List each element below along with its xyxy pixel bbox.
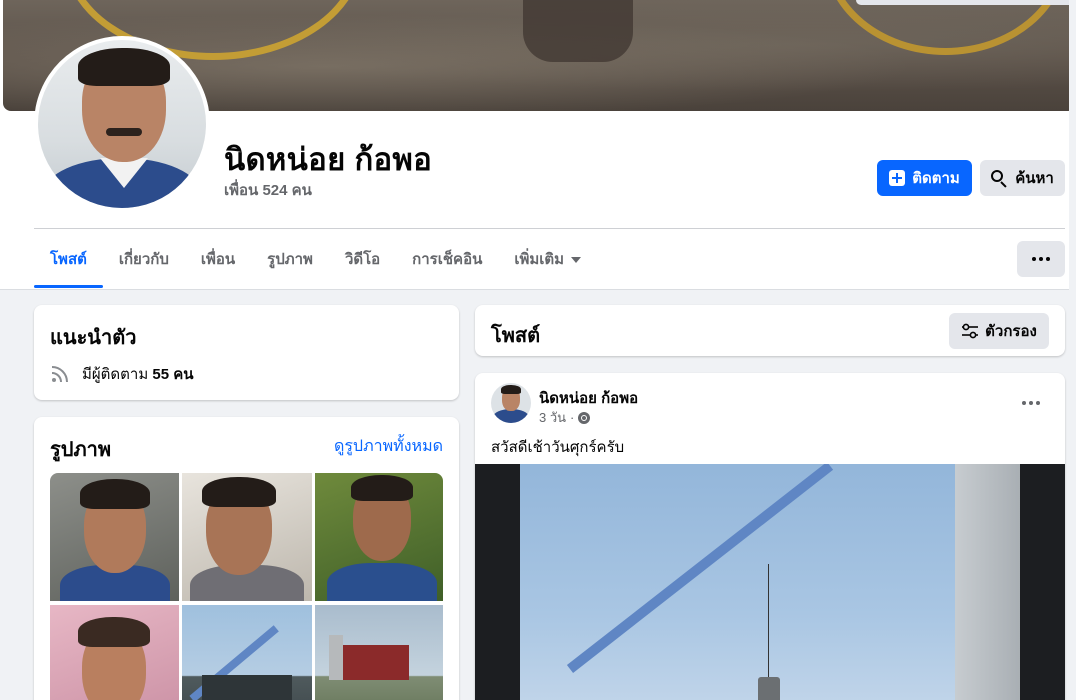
tab-checkins[interactable]: การเช็คอิน	[396, 230, 498, 288]
tab-label: การเช็คอิน	[412, 251, 483, 268]
posts-title: โพสต์	[491, 325, 541, 347]
tab-friends[interactable]: เพื่อน	[185, 230, 251, 288]
more-dots-icon	[1039, 257, 1043, 261]
post-image-sky	[520, 464, 1020, 700]
rss-feed-icon	[51, 366, 68, 383]
post-options-button[interactable]	[1013, 391, 1049, 415]
post-card: นิดหน่อย ก้อพอ 3 วัน · สวัสดีเช้าวันศุกร…	[475, 373, 1065, 700]
tab-label: โพสต์	[50, 251, 87, 268]
avatar-mustache	[106, 128, 142, 136]
photo-thumbnail[interactable]	[315, 473, 443, 601]
meta-separator: ·	[570, 410, 575, 425]
post-avatar-shirt	[493, 409, 529, 423]
post-image-pier	[955, 464, 1020, 700]
friends-count[interactable]: เพื่อน 524 คน	[224, 178, 312, 202]
post-author-avatar[interactable]	[491, 383, 531, 423]
avatar-hair	[78, 48, 170, 86]
photo-structure	[202, 675, 292, 700]
profile-header: นิดหน่อย ก้อพอ เพื่อน 524 คน ติดตาม ค้นห…	[0, 0, 1076, 290]
more-dots-icon	[1036, 401, 1040, 405]
photo-thumbnail[interactable]	[182, 605, 312, 700]
caret-down-icon	[571, 257, 582, 263]
tab-more[interactable]: เพิ่มเติม	[498, 230, 597, 288]
more-dots-icon	[1022, 401, 1026, 405]
follow-plus-icon	[889, 170, 906, 186]
search-icon	[991, 169, 1008, 187]
search-button-label: ค้นหา	[1015, 170, 1054, 187]
post-avatar-hair	[501, 385, 521, 394]
photo-thumbnail[interactable]	[315, 605, 443, 700]
profile-name: นิดหน่อย ก้อพอ	[224, 142, 433, 177]
tab-label: เพิ่มเติม	[514, 251, 565, 268]
more-dots-icon	[1032, 257, 1036, 261]
tab-posts[interactable]: โพสต์	[34, 230, 103, 288]
header-divider	[34, 228, 1065, 229]
profile-tabs: โพสต์ เกี่ยวกับ เพื่อน รูปภาพ วิดีโอ การ…	[34, 230, 597, 288]
post-image[interactable]	[475, 464, 1065, 700]
more-dots-icon	[1029, 401, 1033, 405]
tab-videos[interactable]: วิดีโอ	[329, 230, 396, 288]
search-button[interactable]: ค้นหา	[980, 160, 1065, 196]
photo-pillar	[329, 635, 343, 680]
photo-hair	[202, 477, 276, 507]
photos-card: รูปภาพ ดูรูปภาพทั้งหมด	[34, 417, 459, 700]
posts-header-card: โพสต์ ตัวกรอง	[475, 305, 1065, 356]
photo-thumbnail[interactable]	[50, 473, 179, 601]
photo-grid	[50, 473, 443, 700]
profile-avatar-image	[38, 40, 206, 208]
photos-title: รูปภาพ	[50, 439, 112, 461]
cover-top-strip	[856, 0, 1076, 5]
filter-sliders-icon	[962, 323, 979, 339]
tab-label: วิดีโอ	[344, 251, 381, 268]
followers-prefix: มีผู้ติดตาม	[82, 366, 149, 383]
post-text: สวัสดีเช้าวันศุกร์ครับ	[491, 439, 625, 456]
intro-title: แนะนำตัว	[50, 327, 137, 349]
photo-shirt	[327, 563, 437, 601]
page-scrollbar[interactable]	[1069, 0, 1076, 700]
globe-icon	[578, 411, 591, 424]
profile-avatar[interactable]	[34, 36, 210, 212]
tab-label: เพื่อน	[200, 251, 236, 268]
tab-about[interactable]: เกี่ยวกับ	[103, 230, 185, 288]
follow-button[interactable]: ติดตาม	[877, 160, 972, 196]
photo-hair	[351, 475, 413, 501]
photo-thumbnail[interactable]	[182, 473, 312, 601]
tab-label: รูปภาพ	[267, 251, 313, 268]
tab-label: เกี่ยวกับ	[118, 251, 169, 268]
followers-count[interactable]: 55 คน	[152, 366, 193, 383]
photo-structure	[339, 645, 409, 680]
photo-hair	[80, 479, 150, 509]
post-image-crane-cable	[768, 564, 769, 689]
profile-more-button[interactable]	[1017, 241, 1065, 277]
followers-row: มีผู้ติดตาม 55 คน	[50, 362, 194, 386]
more-dots-icon	[1046, 257, 1050, 261]
see-all-photos-link[interactable]: ดูรูปภาพทั้งหมด	[334, 434, 443, 459]
tab-photos[interactable]: รูปภาพ	[251, 230, 329, 288]
cover-feet	[523, 0, 633, 62]
post-image-crane-load	[758, 677, 780, 700]
photo-hair	[78, 617, 150, 647]
intro-card: แนะนำตัว มีผู้ติดตาม 55 คน	[34, 305, 459, 400]
followers-text: มีผู้ติดตาม 55 คน	[82, 362, 194, 386]
post-meta: 3 วัน ·	[539, 407, 591, 428]
photo-thumbnail[interactable]	[50, 605, 179, 700]
post-timestamp[interactable]: 3 วัน	[539, 407, 566, 428]
filter-button[interactable]: ตัวกรอง	[949, 313, 1049, 349]
filter-button-label: ตัวกรอง	[985, 323, 1037, 340]
follow-button-label: ติดตาม	[912, 170, 960, 187]
